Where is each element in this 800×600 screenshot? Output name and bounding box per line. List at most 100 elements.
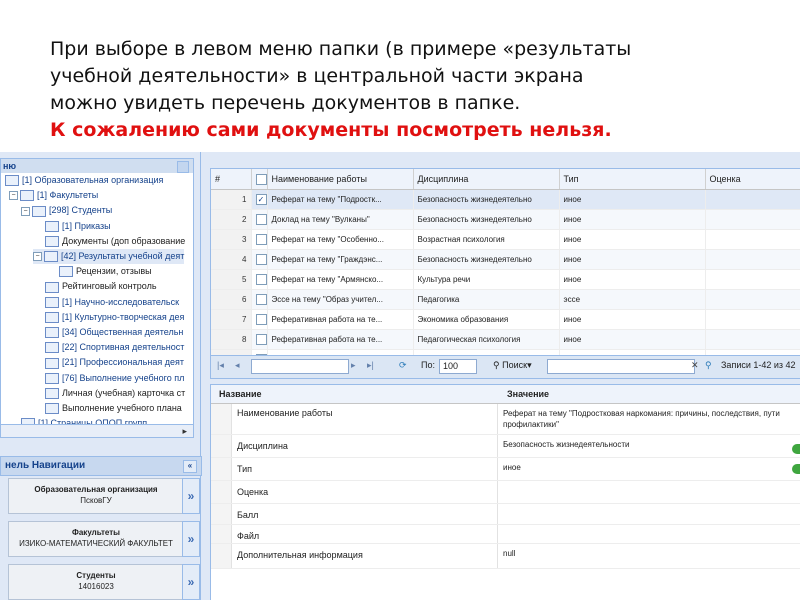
column-header[interactable]: Оценка [705,169,800,190]
property-row[interactable]: Балл [211,504,800,525]
property-row[interactable]: Дисциплина Безопасность жизнедеятельности [211,435,800,458]
page-size-select[interactable]: 100 [439,359,477,374]
discipline-cell: Возрастная психология [413,229,560,250]
navigation-card[interactable]: Факультеты ИЗИКО-МАТЕМАТИЧЕСКИЙ ФАКУЛЬТЕТ [8,521,184,557]
next-page-icon[interactable]: ▸ [351,360,356,371]
row-checkbox[interactable] [255,214,266,225]
column-header[interactable]: Тип [559,169,706,190]
expand-toggle-icon[interactable]: − [21,206,30,216]
prev-page-icon[interactable]: ◂ [235,360,240,371]
tree-node[interactable]: [1] Культурно-творческая дея [45,310,184,325]
tree-node-label: [1] Научно-исследовательск [62,296,180,307]
row-checkbox-cell[interactable] [251,209,268,230]
navigation-card[interactable]: Студенты 14016023 [8,564,184,600]
scroll-right-icon[interactable]: ▸ [182,426,187,437]
magnifier-icon[interactable]: ⚲ [705,360,712,371]
column-header[interactable]: Наименование работы [267,169,414,190]
discipline-cell: Педагогическая психология [413,329,560,350]
tree-node[interactable]: − [1] Факультеты [9,188,98,203]
expand-toggle-icon[interactable]: − [9,191,18,201]
row-checkbox-cell[interactable] [251,269,268,290]
row-checkbox-cell[interactable] [251,229,268,250]
table-row[interactable]: 6 Эссе на тему "Образ учител... Педагогика… [211,289,800,310]
type-cell: эссе [559,289,706,310]
first-page-icon[interactable]: |◂ [217,360,224,371]
table-row[interactable]: 7 Реферативная работа на те... Экономика о… [211,309,800,330]
tree-node[interactable]: [1] Образовательная организация [5,173,163,188]
select-all-checkbox[interactable] [255,173,267,185]
property-row[interactable]: Файл [211,525,800,544]
search-menu-button[interactable]: ⚲ Поиск▾ [493,360,532,371]
row-checkbox[interactable] [255,294,266,305]
table-row[interactable]: 4 Реферат на тему "Граждэнс... Безопасност… [211,249,800,270]
row-checkbox[interactable] [255,234,266,245]
tree-node[interactable]: [34] Общественная деятельн [45,325,183,340]
table-row[interactable]: 8 Реферативная работа на те... Педагогичес… [211,329,800,350]
navigation-card[interactable]: Образовательная организация ПсковГУ [8,478,184,514]
edit-icon[interactable] [792,444,800,454]
caption-line-2: учебной деятельности» в центральной част… [50,65,584,87]
clear-search-icon[interactable]: ✕ [691,360,699,371]
tree-node[interactable]: Документы (доп образование [45,234,185,249]
column-divider [497,525,498,543]
table-row[interactable]: 2 Доклад на тему "Вулканы" Безопасность жи… [211,209,800,230]
tree-node[interactable]: Рецензии, отзывы [59,264,152,279]
refresh-icon[interactable]: ⟳ [399,360,407,371]
page-size-label: По: [421,360,435,370]
column-header[interactable]: # [211,169,252,190]
page-slider[interactable] [251,359,349,374]
records-count: Записи 1-42 из 42 [721,360,796,370]
property-grid-header: Название Значение [211,385,800,404]
row-gutter [211,525,232,543]
property-row[interactable]: Дополнительная информация null [211,544,800,569]
tree-node[interactable]: [22] Спортивная деятельност [45,340,184,355]
search-input[interactable] [547,359,695,374]
open-arrow-icon[interactable]: » [182,521,200,557]
table-row[interactable]: 3 Реферат на тему "Особенно... Возрастная … [211,229,800,250]
row-gutter [211,544,232,568]
collapse-up-icon[interactable]: « [183,460,197,473]
open-arrow-icon[interactable]: » [182,564,200,600]
last-page-icon[interactable]: ▸| [367,360,374,371]
tree-node[interactable]: Рейтинговый контроль [45,279,157,294]
tree-node[interactable]: Личная (учебная) карточка ст [45,386,185,401]
property-name: Наименование работы [237,408,333,418]
edit-icon[interactable] [792,464,800,474]
grid-pager: |◂ ◂ ▸ ▸| ⟳ По: 100 ⚲ Поиск▾ ✕ ⚲ Записи … [210,355,800,379]
property-row[interactable]: Наименование работы Реферат на тему "Подр… [211,404,800,435]
tree-node[interactable]: − [42] Результаты учебной деят [33,249,185,264]
row-checkbox-cell[interactable] [251,289,268,310]
row-checkbox[interactable] [255,254,266,265]
folder-icon [45,235,59,247]
row-checkbox[interactable] [255,314,266,325]
row-number: 7 [211,309,252,330]
row-checkbox[interactable]: ✓ [255,194,266,205]
expand-toggle-icon[interactable]: − [33,252,42,262]
tree-node[interactable]: [21] Профессиональная деят [45,355,184,370]
row-gutter [211,504,232,524]
property-value: Реферат на тему "Подростковая наркомания… [503,409,780,429]
column-header[interactable] [251,169,268,190]
property-row[interactable]: Оценка [211,481,800,504]
tree-scrollbar[interactable]: ▸ [1,424,193,437]
row-gutter [211,458,232,480]
collapse-icon[interactable] [177,161,189,173]
tree-node[interactable]: Выполнение учебного плана [45,401,182,416]
row-checkbox-cell[interactable] [251,309,268,330]
row-checkbox-cell[interactable]: ✓ [251,189,268,210]
open-arrow-icon[interactable]: » [182,478,200,514]
property-name: Балл [237,510,259,520]
row-checkbox[interactable] [255,334,266,345]
row-checkbox[interactable] [255,274,266,285]
table-row[interactable]: 5 Реферат на тему "Армянско... Культура ре… [211,269,800,290]
column-header[interactable]: Дисциплина [413,169,560,190]
row-checkbox-cell[interactable] [251,329,268,350]
tree-node[interactable]: [1] Научно-исследовательск [45,295,179,310]
row-checkbox-cell[interactable] [251,249,268,270]
property-row[interactable]: Тип иное [211,458,800,481]
folder-icon [45,403,59,415]
tree-node[interactable]: − [298] Студенты [21,203,112,218]
tree-node[interactable]: [1] Приказы [45,219,111,234]
tree-node[interactable]: [76] Выполнение учебного пл [45,371,184,386]
table-row[interactable]: 1 ✓ Реферат на тему "Подростк... Безопаснос… [211,189,800,210]
